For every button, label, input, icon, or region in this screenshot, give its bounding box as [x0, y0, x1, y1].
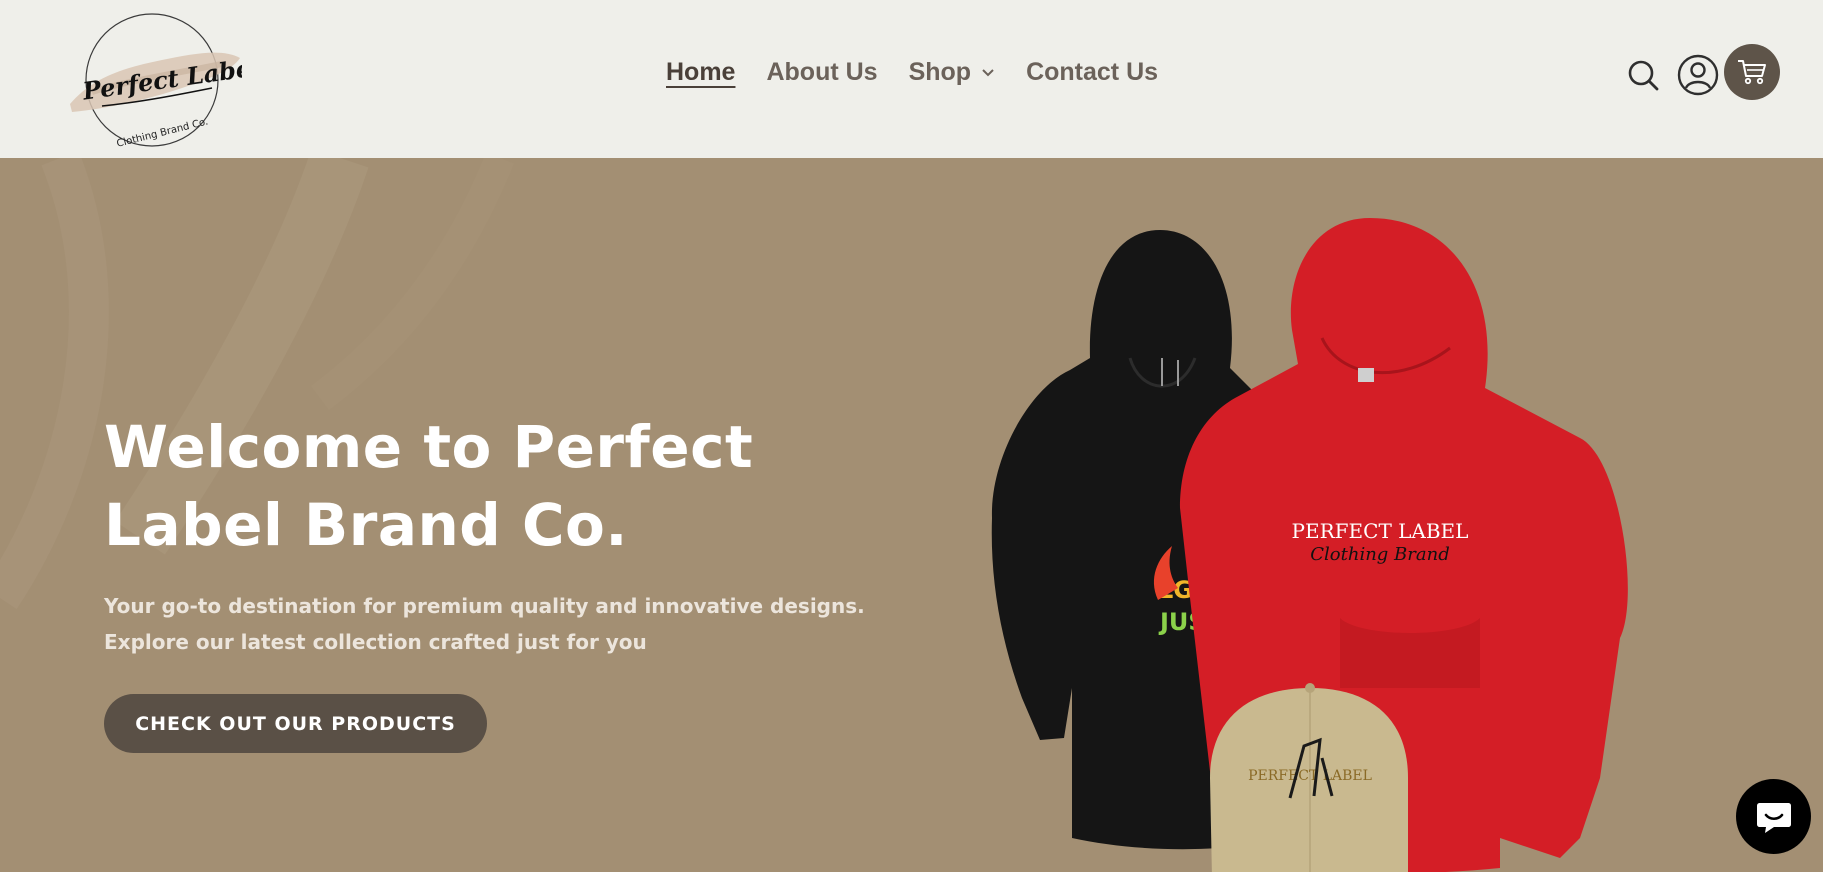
- check-out-products-button[interactable]: CHECK OUT OUR PRODUCTS: [104, 694, 487, 753]
- hero-subtitle: Your go-to destination for premium quali…: [104, 588, 924, 660]
- khaki-cap: PERFECT LABEL: [1210, 683, 1408, 872]
- hero-title-line-2: Label Brand Co.: [104, 491, 628, 559]
- nav-home[interactable]: Home: [666, 58, 735, 87]
- account-icon[interactable]: [1676, 53, 1720, 97]
- brand-logo[interactable]: Perfect Label Clothing Brand Co.: [62, 8, 262, 152]
- hero-product-image: LGBT JUST LO PERFECT LABEL Clothing Bran…: [980, 218, 1740, 872]
- hero-banner: Welcome to Perfect Label Brand Co. Your …: [0, 158, 1823, 872]
- page: Perfect Label Clothing Brand Co. Home Ab…: [0, 0, 1823, 872]
- hero-subtitle-line-1: Your go-to destination for premium quali…: [104, 594, 865, 618]
- nav-home-label: Home: [666, 58, 736, 86]
- hero-subtitle-line-2: Explore our latest collection crafted ju…: [104, 630, 647, 654]
- main-nav: Home About Us Shop Contact Us: [666, 58, 1189, 87]
- hero-title-line-1: Welcome to Perfect: [104, 413, 754, 481]
- nav-about-label: About Us: [766, 58, 878, 86]
- header-actions: [1622, 44, 1780, 100]
- cart-icon[interactable]: [1724, 44, 1780, 100]
- red-hoodie-print-line-2: Clothing Brand: [1310, 544, 1449, 565]
- cap-print: PERFECT LABEL: [1248, 768, 1372, 784]
- site-header: Perfect Label Clothing Brand Co. Home Ab…: [0, 0, 1823, 158]
- hero-title: Welcome to Perfect Label Brand Co.: [104, 408, 864, 564]
- red-hoodie-print-line-1: PERFECT LABEL: [1292, 519, 1469, 543]
- nav-shop[interactable]: Shop: [909, 58, 996, 87]
- nav-contact-label: Contact Us: [1026, 58, 1159, 86]
- search-icon[interactable]: [1622, 54, 1664, 96]
- nav-shop-label: Shop: [908, 58, 972, 86]
- nav-about-us[interactable]: About Us: [766, 58, 877, 87]
- chevron-down-icon: [981, 68, 995, 78]
- chat-icon[interactable]: [1736, 779, 1811, 854]
- nav-contact-us[interactable]: Contact Us: [1026, 58, 1158, 87]
